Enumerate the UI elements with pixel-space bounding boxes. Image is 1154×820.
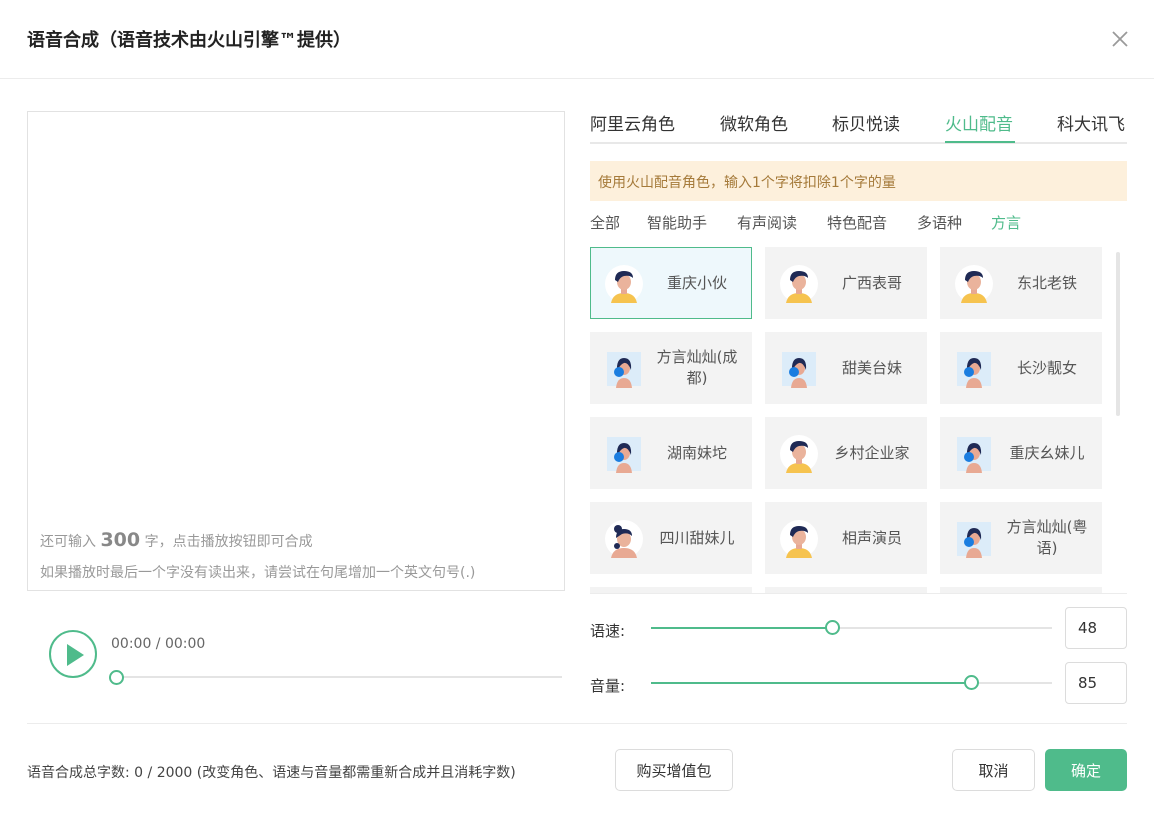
playback-progress-track[interactable] [116, 676, 562, 678]
footer-divider [27, 723, 1127, 724]
category-all[interactable]: 全部 [590, 212, 620, 233]
male-avatar-icon [605, 265, 643, 303]
female-avatar-icon [955, 350, 993, 388]
voice-card[interactable]: 方言灿灿(成都) [590, 332, 752, 404]
voice-card[interactable]: 重庆幺妹儿 [940, 417, 1102, 489]
voice-name: 湖南妹坨 [666, 443, 727, 462]
tab-volcano[interactable]: 火山配音 [945, 110, 1013, 135]
bun-girl-avatar-icon [605, 520, 643, 558]
voice-card[interactable]: 广西表哥 [765, 247, 927, 319]
close-icon[interactable] [1108, 27, 1132, 51]
voice-name: 四川甜妹儿 [659, 528, 735, 547]
voice-card[interactable]: 甜美台妹 [765, 332, 927, 404]
voice-name: 方言灿灿(粤语) [1006, 518, 1088, 557]
male-avatar-icon [955, 265, 993, 303]
female-avatar-icon [955, 435, 993, 473]
voice-name: 长沙靓女 [1016, 358, 1077, 377]
speed-input[interactable] [1065, 607, 1127, 649]
tab-iflytek[interactable]: 科大讯飞 [1057, 110, 1125, 135]
voice-card[interactable]: 东北老铁 [940, 247, 1102, 319]
voice-name: 方言灿灿(成都) [656, 348, 738, 387]
voice-card[interactable]: 重庆小伙 [590, 247, 752, 319]
volume-slider-knob[interactable] [964, 675, 979, 690]
male-avatar-icon [780, 265, 818, 303]
voice-card[interactable]: 湖南妹坨 [590, 417, 752, 489]
remaining-chars-hint: 还可输入 300 字，点击播放按钮即可合成 [40, 529, 313, 551]
voice-grid-scrollbar[interactable] [1116, 252, 1120, 416]
speed-slider-fill [651, 627, 832, 629]
confirm-button[interactable]: 确定 [1045, 749, 1127, 791]
volume-input[interactable] [1065, 662, 1127, 704]
hint-suffix: 字，点击播放按钮即可合成 [144, 534, 313, 550]
usage-notice: 使用火山配音角色，输入1个字将扣除1个字的量 [590, 161, 1127, 201]
male-avatar-icon [780, 520, 818, 558]
voice-name: 东北老铁 [1016, 273, 1077, 292]
female-avatar-icon [955, 520, 993, 558]
female-avatar-icon [605, 350, 643, 388]
voice-name: 广西表哥 [841, 273, 902, 292]
female-avatar-icon [605, 435, 643, 473]
play-icon [67, 644, 84, 666]
speed-slider-track[interactable] [651, 627, 1052, 629]
voice-card[interactable]: 四川甜妹儿 [590, 502, 752, 574]
buy-package-button[interactable]: 购买增值包 [615, 749, 733, 791]
female-avatar-icon [780, 350, 818, 388]
male-avatar-icon [780, 435, 818, 473]
active-tab-underline [945, 141, 1015, 143]
dialog-header: 语音合成（语音技术由火山引擎™提供） [0, 0, 1154, 79]
dialog-title: 语音合成（语音技术由火山引擎™提供） [27, 30, 351, 51]
remaining-count: 300 [100, 529, 141, 551]
category-assistant[interactable]: 智能助手 [647, 212, 707, 233]
volume-slider-track[interactable] [651, 682, 1052, 684]
voice-card[interactable]: 相声演员 [765, 502, 927, 574]
speed-slider-knob[interactable] [825, 620, 840, 635]
playback-progress-knob[interactable] [109, 670, 124, 685]
category-special[interactable]: 特色配音 [827, 212, 887, 233]
volume-label: 音量: [590, 677, 626, 695]
tts-dialog: 语音合成（语音技术由火山引擎™提供） 还可输入 300 字，点击播放按钮即可合成… [0, 0, 1154, 820]
category-audiobook[interactable]: 有声阅读 [737, 212, 797, 233]
playback-time: 00:00 / 00:00 [111, 636, 206, 652]
voice-card[interactable]: 乡村企业家 [765, 417, 927, 489]
volume-slider-fill [651, 682, 971, 684]
speed-label: 语速: [590, 622, 626, 640]
voice-name: 相声演员 [841, 528, 902, 547]
voice-grid-divider [590, 593, 1127, 594]
voice-card[interactable]: 方言灿灿(粤语) [940, 502, 1102, 574]
category-multilingual[interactable]: 多语种 [917, 212, 962, 233]
voice-grid: 重庆小伙 广西表哥 东北老铁方言灿灿(成都) 甜美台妹 长沙靓女湖南妹坨 乡村企业家 重庆幺… [590, 247, 1127, 594]
tab-biaobei[interactable]: 标贝悦读 [832, 110, 900, 135]
hint-prefix: 还可输入 [40, 534, 96, 550]
voice-name: 重庆幺妹儿 [1009, 443, 1085, 462]
total-chars-info: 语音合成总字数: 0 / 2000 (改变角色、语速与音量都需重新合成并且消耗字… [27, 765, 516, 781]
provider-tabs: 阿里云角色 微软角色 标贝悦读 火山配音 科大讯飞 [590, 100, 1127, 144]
play-button[interactable] [49, 630, 97, 678]
category-dialect[interactable]: 方言 [991, 212, 1021, 233]
voice-name: 乡村企业家 [834, 443, 910, 462]
text-input-area[interactable]: 还可输入 300 字，点击播放按钮即可合成 如果播放时最后一个字没有读出来，请尝… [27, 111, 565, 591]
tab-microsoft[interactable]: 微软角色 [720, 110, 788, 135]
voice-name: 甜美台妹 [841, 358, 902, 377]
tab-aliyun[interactable]: 阿里云角色 [590, 110, 675, 135]
cancel-button[interactable]: 取消 [952, 749, 1035, 791]
voice-card[interactable]: 长沙靓女 [940, 332, 1102, 404]
period-tip: 如果播放时最后一个字没有读出来，请尝试在句尾增加一个英文句号(.) [40, 565, 476, 581]
voice-name: 重庆小伙 [666, 273, 727, 292]
